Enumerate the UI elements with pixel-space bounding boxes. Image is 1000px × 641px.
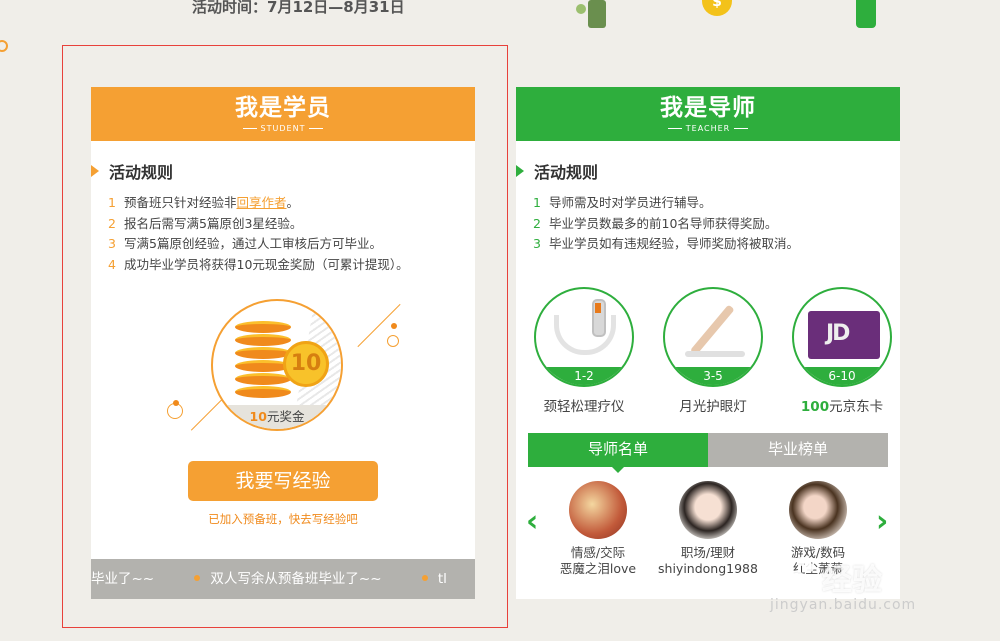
chevron-left-icon[interactable]: ‹ (526, 507, 542, 537)
watermark-text: 经验 (822, 563, 882, 598)
bullet-icon (194, 575, 201, 581)
teacher-subtitle: TEACHER (516, 124, 900, 133)
tree-illustration (856, 0, 876, 28)
reward-label: 10元奖金 (213, 405, 341, 429)
tab-mentor-list[interactable]: 导师名单 (528, 433, 708, 473)
rule-item: 3 毕业学员如有违规经验，导师奖励将被取消。 (533, 236, 800, 251)
lamp-image: 3-5 (663, 287, 763, 387)
rule-item: 2 报名后需写满5篇原创3星经验。 (108, 215, 303, 231)
mentor-item[interactable]: 职场/理财 shiyindong1988 (658, 481, 758, 577)
rules-heading: 活动规则 (91, 159, 173, 183)
rule-item: 4 成功毕业学员将获得10元现金奖励（可累计提现）。 (108, 256, 409, 272)
student-subtitle: STUDENT (91, 124, 475, 133)
write-experience-button[interactable]: 我要写经验 (188, 461, 378, 501)
event-date: 活动时间：7月12日—8月31日 (192, 0, 405, 16)
rule-item: 2 毕业学员数最多的前10名导师获得奖励。 (533, 215, 778, 231)
paw-icon (776, 557, 816, 593)
ranking-tabs: 导师名单 毕业榜单 (528, 433, 888, 473)
student-header: 我是学员 STUDENT (91, 87, 475, 141)
rules-list: 1 导师需及时对学员进行辅导。 2 毕业学员数最多的前10名导师获得奖励。 3 毕业学… (533, 193, 799, 255)
student-title: 我是学员 (235, 95, 331, 121)
coin-illustration: $ (702, 0, 732, 16)
triangle-icon (91, 165, 99, 177)
graduation-ticker: 毕业了~~ 双人写余从预备班毕业了~~ tl (91, 559, 475, 599)
watermark-url: jingyan.baidu.com (770, 597, 917, 613)
decorative-circle (387, 335, 399, 347)
share-author-link[interactable]: 回享作者 (237, 195, 287, 210)
avatar (679, 481, 737, 539)
rule-item: 1 预备班只针对经验非回享作者。 (108, 195, 300, 210)
teacher-header: 我是导师 TEACHER (516, 87, 900, 141)
tab-graduation-list[interactable]: 毕业榜单 (708, 433, 888, 467)
rules-heading: 活动规则 (516, 159, 598, 183)
coin-reward-illustration: 10 10元奖金 (211, 299, 343, 431)
rule-item: 1 导师需及时对学员进行辅导。 (533, 195, 712, 210)
baidu-jingyan-watermark: 经验 jingyan.baidu.com (770, 553, 970, 623)
teacher-title: 我是导师 (660, 95, 756, 121)
avatar (569, 481, 627, 539)
rule-item: 3 写满5篇原创经验，通过人工审核后方可毕业。 (108, 236, 382, 251)
teacher-card: 我是导师 TEACHER 活动规则 1 导师需及时对学员进行辅导。 2 毕业学员数最… (516, 87, 900, 599)
student-card: 我是学员 STUDENT 活动规则 1 预备班只针对经验非回享作者。 2 报名后需写… (91, 87, 475, 599)
jd-card-image: 6-10 (792, 287, 892, 387)
mentor-item[interactable]: 情感/交际 恶魔之泪love (548, 481, 648, 577)
decorative-dot (173, 400, 179, 406)
person-illustration (576, 0, 606, 28)
prize-item: 3-5 月光护眼灯 (661, 287, 765, 415)
joined-note: 已加入预备班，快去写经验吧 (208, 512, 358, 526)
prize-item: 1-2 颈轻松理疗仪 (532, 287, 636, 415)
rules-list: 1 预备班只针对经验非回享作者。 2 报名后需写满5篇原创3星经验。 3 写满5篇原创… (108, 193, 409, 275)
prize-item: 6-10 100元京东卡 (790, 287, 894, 415)
ten-coin-icon: 10 (283, 341, 329, 387)
prize-list: 1-2 颈轻松理疗仪 3-5 月光护眼灯 6-10 100元京东卡 (532, 287, 894, 415)
avatar (789, 481, 847, 539)
bullet-icon (421, 575, 428, 581)
triangle-icon (516, 165, 524, 177)
decorative-ring (0, 40, 8, 52)
chevron-right-icon[interactable]: › (876, 507, 892, 537)
decorative-dot (391, 323, 397, 329)
massager-image: 1-2 (534, 287, 634, 387)
